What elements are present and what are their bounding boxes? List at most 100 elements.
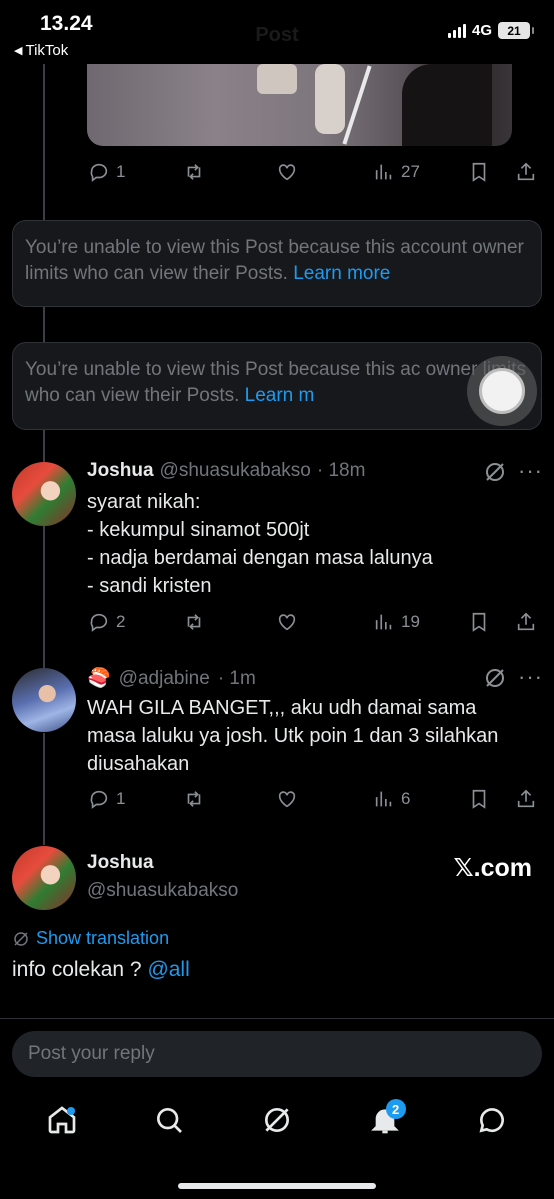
share-button[interactable] xyxy=(515,611,537,633)
show-translation-button[interactable]: Show translation xyxy=(12,928,169,949)
author-handle[interactable]: @shuasukabakso xyxy=(160,460,311,482)
share-button[interactable] xyxy=(515,788,537,810)
restricted-post-notice: You’re unable to view this Post because … xyxy=(12,342,542,430)
tab-messages[interactable] xyxy=(467,1095,517,1145)
reply-text: WAH GILA BANGET,,, aku udh damai sama ma… xyxy=(87,694,498,778)
learn-more-link[interactable]: Learn m xyxy=(245,385,315,406)
tab-search[interactable] xyxy=(144,1095,194,1145)
views-icon xyxy=(375,791,392,807)
text-line: masa laluku ya josh. Utk poin 1 dan 3 si… xyxy=(87,725,499,747)
share-icon xyxy=(517,789,535,808)
reply-header: Joshua @shuasukabakso · 18m xyxy=(87,460,365,482)
reply-button[interactable]: 2 xyxy=(88,611,125,633)
tab-notifications[interactable]: 2 xyxy=(360,1095,410,1145)
reply-count: 1 xyxy=(116,789,126,808)
more-options-icon[interactable]: ··· xyxy=(518,460,543,482)
reply-header: 🍣 @adjabine · 1m xyxy=(87,666,256,690)
views-count: 27 xyxy=(401,162,420,181)
battery-icon: 21 xyxy=(498,22,534,39)
grok-icon xyxy=(14,931,28,946)
reply-icon xyxy=(90,613,108,632)
views-button[interactable]: 6 xyxy=(373,788,410,810)
thread-line xyxy=(43,526,45,668)
status-indicators: 4G 21 xyxy=(447,22,534,39)
more-options-icon[interactable]: ··· xyxy=(518,666,543,688)
tab-grok[interactable] xyxy=(252,1095,302,1145)
reply-icon xyxy=(90,790,108,809)
network-label: 4G xyxy=(471,22,492,39)
views-count: 6 xyxy=(401,789,411,808)
share-icon xyxy=(517,162,535,181)
x-watermark: 𝕏.com xyxy=(453,854,533,882)
like-button[interactable] xyxy=(276,611,298,633)
share-icon xyxy=(517,612,535,631)
heart-icon xyxy=(278,791,296,808)
chat-icon xyxy=(479,1108,505,1133)
bookmark-icon xyxy=(472,612,486,632)
bookmark-button[interactable] xyxy=(468,788,490,810)
avatar[interactable] xyxy=(12,668,76,732)
bottom-tab-bar: 2 xyxy=(0,1092,554,1148)
thread-line xyxy=(43,733,45,845)
mention-link[interactable]: @all xyxy=(147,958,189,981)
battery-level: 21 xyxy=(507,23,521,38)
grok-icon xyxy=(264,1108,289,1132)
text-line: - sandi kristen xyxy=(87,575,212,597)
text-line: syarat nikah: xyxy=(87,491,201,513)
reply-count: 2 xyxy=(116,612,126,631)
notifications-badge: 2 xyxy=(385,1099,406,1119)
author-handle[interactable]: @shuasukabakso xyxy=(87,880,238,902)
bookmark-button[interactable] xyxy=(468,161,490,183)
author-name[interactable]: Joshua xyxy=(87,852,154,874)
repost-button[interactable] xyxy=(183,788,205,810)
like-button[interactable] xyxy=(276,788,298,810)
author-name-emoji[interactable]: 🍣 xyxy=(87,666,111,690)
divider xyxy=(0,1018,554,1019)
post-actions: 2 19 xyxy=(88,609,540,635)
repost-icon xyxy=(187,164,201,180)
avatar[interactable] xyxy=(12,462,76,526)
repost-icon xyxy=(187,614,201,630)
reply-count: 1 xyxy=(116,162,126,181)
text-line: - kekumpul sinamot 500jt xyxy=(87,519,310,541)
avatar[interactable] xyxy=(12,846,76,910)
views-button[interactable]: 27 xyxy=(373,161,420,183)
tab-home[interactable] xyxy=(37,1095,87,1145)
author-name[interactable]: Joshua xyxy=(87,460,154,482)
views-button[interactable]: 19 xyxy=(373,611,420,633)
grok-icon[interactable] xyxy=(483,460,507,484)
reply-input[interactable]: Post your reply xyxy=(12,1031,542,1077)
reply-icon xyxy=(90,163,108,182)
bookmark-icon xyxy=(472,789,486,809)
bookmark-icon xyxy=(472,162,486,182)
repost-button[interactable] xyxy=(183,611,205,633)
thread-line xyxy=(43,64,45,220)
screen-record-button[interactable] xyxy=(467,356,537,426)
post-media-image[interactable] xyxy=(87,64,512,146)
repost-icon xyxy=(187,791,201,807)
post-time: · 18m xyxy=(316,460,366,481)
share-button[interactable] xyxy=(515,161,537,183)
search-icon xyxy=(157,1108,183,1133)
bookmark-button[interactable] xyxy=(468,611,490,633)
home-indicator xyxy=(178,1183,376,1189)
like-button[interactable] xyxy=(276,161,298,183)
reply-button[interactable]: 1 xyxy=(88,788,125,810)
show-translation-label: Show translation xyxy=(36,928,170,948)
post-actions: 1 27 xyxy=(88,159,540,185)
views-icon xyxy=(375,164,392,180)
post-text: info colekan ? @all xyxy=(12,958,190,982)
author-handle[interactable]: @adjabine xyxy=(119,668,210,690)
reply-button[interactable]: 1 xyxy=(88,161,125,183)
thread-line xyxy=(43,306,45,342)
heart-icon xyxy=(278,614,296,631)
post-time: · 1m xyxy=(217,668,256,689)
text-line: diusahakan xyxy=(87,753,190,775)
signal-icon xyxy=(447,23,466,38)
repost-button[interactable] xyxy=(183,161,205,183)
post-text-body: info colekan ? xyxy=(12,958,142,981)
unread-dot xyxy=(66,1107,75,1115)
grok-icon[interactable] xyxy=(483,666,507,690)
learn-more-link[interactable]: Learn more xyxy=(293,263,390,284)
restricted-post-notice: You’re unable to view this Post because … xyxy=(12,220,542,307)
